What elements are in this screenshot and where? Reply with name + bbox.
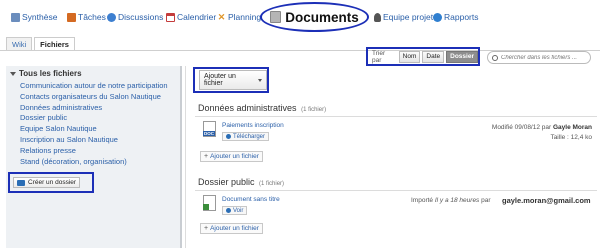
section-title: Données administratives (1 fichier)	[198, 103, 326, 113]
sort-label: Trier par	[372, 49, 386, 64]
file-meta-imported: Importé Il y a 18 heures par	[411, 197, 491, 204]
tab-wiki[interactable]: Wiki	[6, 37, 33, 51]
section-name: Dossier public	[198, 177, 255, 187]
download-button[interactable]: Télécharger	[222, 132, 270, 141]
tab-fichiers[interactable]: Fichiers	[34, 37, 75, 51]
nav-label: Rapports	[444, 12, 479, 22]
add-file-dropdown-button[interactable]: Ajouter un fichier	[199, 70, 267, 90]
folder-icon	[17, 179, 25, 186]
planning-icon: ✕	[217, 11, 226, 22]
nav-label: Tâches	[78, 12, 106, 22]
add-file-label: Ajouter un fichier	[210, 225, 259, 232]
view-label: Voir	[233, 207, 244, 214]
search-icon	[492, 54, 498, 61]
folder-item[interactable]: Dossier public	[20, 113, 168, 124]
create-folder-highlight: Créer un dossier	[8, 172, 94, 193]
tab-bar: Wiki Fichiers	[6, 37, 77, 51]
view-button[interactable]: Voir	[222, 206, 248, 215]
nav-synthese[interactable]: Synthèse	[11, 11, 57, 23]
documents-icon	[270, 11, 282, 23]
sort-by-folder-button[interactable]: Dossier	[446, 50, 478, 63]
create-folder-button[interactable]: Créer un dossier	[13, 177, 81, 188]
file-meta-size: Taille : 12,4 ko	[550, 134, 592, 141]
nav-label: Discussions	[118, 12, 164, 22]
file-meta-modified: Modifié 09/08/12 par Gayle Moran	[492, 124, 592, 131]
expand-triangle-icon	[10, 71, 16, 76]
nav-label: Calendrier	[177, 12, 217, 22]
folder-item[interactable]: Stand (décoration, organisation)	[20, 157, 168, 168]
add-file-button[interactable]: + Ajouter un fichier	[200, 151, 263, 162]
nav-discussions[interactable]: Discussions	[107, 11, 163, 23]
imported-text: Importé	[411, 197, 434, 204]
folder-item[interactable]: Contacts organisateurs du Salon Nautique	[20, 92, 168, 103]
section-count: (1 fichier)	[259, 181, 285, 187]
imported-by: par	[481, 197, 491, 204]
sort-by-date-button[interactable]: Date	[422, 50, 445, 63]
modified-user[interactable]: Gayle Moran	[553, 124, 592, 131]
nav-label: Equipe projet	[383, 12, 434, 22]
file-name-link[interactable]: Paiements inscription	[222, 122, 284, 129]
folder-item[interactable]: Equipe Salon Nautique	[20, 124, 168, 135]
plus-icon: +	[204, 225, 209, 232]
imported-time: Il y a 18 heures	[434, 197, 480, 204]
download-label: Télécharger	[233, 133, 266, 140]
nav-equipe-projet[interactable]: Equipe projet	[374, 11, 433, 23]
discussions-icon	[107, 12, 116, 22]
nav-planning[interactable]: ✕ Planning	[217, 11, 261, 23]
create-folder-label: Créer un dossier	[28, 179, 77, 186]
reports-icon	[433, 12, 442, 22]
folder-item[interactable]: Données administratives	[20, 103, 168, 114]
gdoc-file-icon	[203, 195, 216, 211]
folder-item[interactable]: Inscription au Salon Nautique	[20, 135, 168, 146]
section-divider	[195, 190, 597, 191]
eye-icon	[226, 208, 231, 213]
section-title: Dossier public (1 fichier)	[198, 177, 284, 187]
calendar-icon	[166, 12, 175, 22]
all-files-label: Tous les fichiers	[19, 69, 82, 78]
add-file-button[interactable]: + Ajouter un fichier	[200, 223, 263, 234]
add-file-label: Ajouter un fichier	[210, 153, 259, 160]
modified-text: Modifié 09/08/12 par	[491, 124, 552, 131]
search-input[interactable]	[501, 54, 587, 61]
folder-item[interactable]: Relations presse	[20, 146, 168, 157]
nav-rapports[interactable]: Rapports	[433, 11, 479, 23]
top-navigation: Synthèse Tâches Discussions Calendrier ✕…	[0, 0, 600, 34]
folder-item[interactable]: Communication autour de notre participat…	[20, 81, 168, 92]
nav-label: Documents	[285, 9, 359, 25]
search-box	[487, 51, 591, 64]
file-name-link[interactable]: Document sans titre	[222, 196, 280, 203]
chevron-down-icon	[258, 78, 262, 82]
section-divider	[195, 116, 597, 117]
section-count: (1 fichier)	[301, 107, 327, 113]
folder-list: Communication autour de notre participat…	[20, 81, 168, 167]
nav-documents[interactable]: Documents	[260, 2, 369, 32]
tasks-icon	[67, 12, 76, 22]
nav-calendrier[interactable]: Calendrier	[166, 11, 216, 23]
sort-by-name-button[interactable]: Nom	[398, 50, 421, 63]
add-file-label: Ajouter un fichier	[204, 73, 236, 87]
section-name: Données administratives	[198, 103, 297, 113]
nav-label: Synthèse	[22, 12, 58, 22]
file-type-badge: DOC	[203, 131, 215, 136]
add-file-highlight: Ajouter un fichier	[193, 67, 269, 93]
team-icon	[374, 12, 381, 22]
folder-sidebar: Tous les fichiers Communication autour d…	[6, 66, 182, 248]
doc-file-icon: DOC	[203, 121, 216, 137]
column-divider	[185, 66, 186, 248]
synthese-icon	[11, 12, 20, 22]
all-files-header[interactable]: Tous les fichiers	[10, 69, 82, 78]
nav-label: Planning	[228, 12, 262, 22]
nav-taches[interactable]: Tâches	[67, 11, 106, 23]
sort-bar: Trier par Nom Date Dossier	[366, 47, 480, 66]
download-icon	[226, 134, 231, 139]
google-doc-icon	[203, 204, 209, 210]
plus-icon: +	[204, 153, 209, 160]
owner-email[interactable]: gayle.moran@gmail.com	[502, 196, 591, 205]
